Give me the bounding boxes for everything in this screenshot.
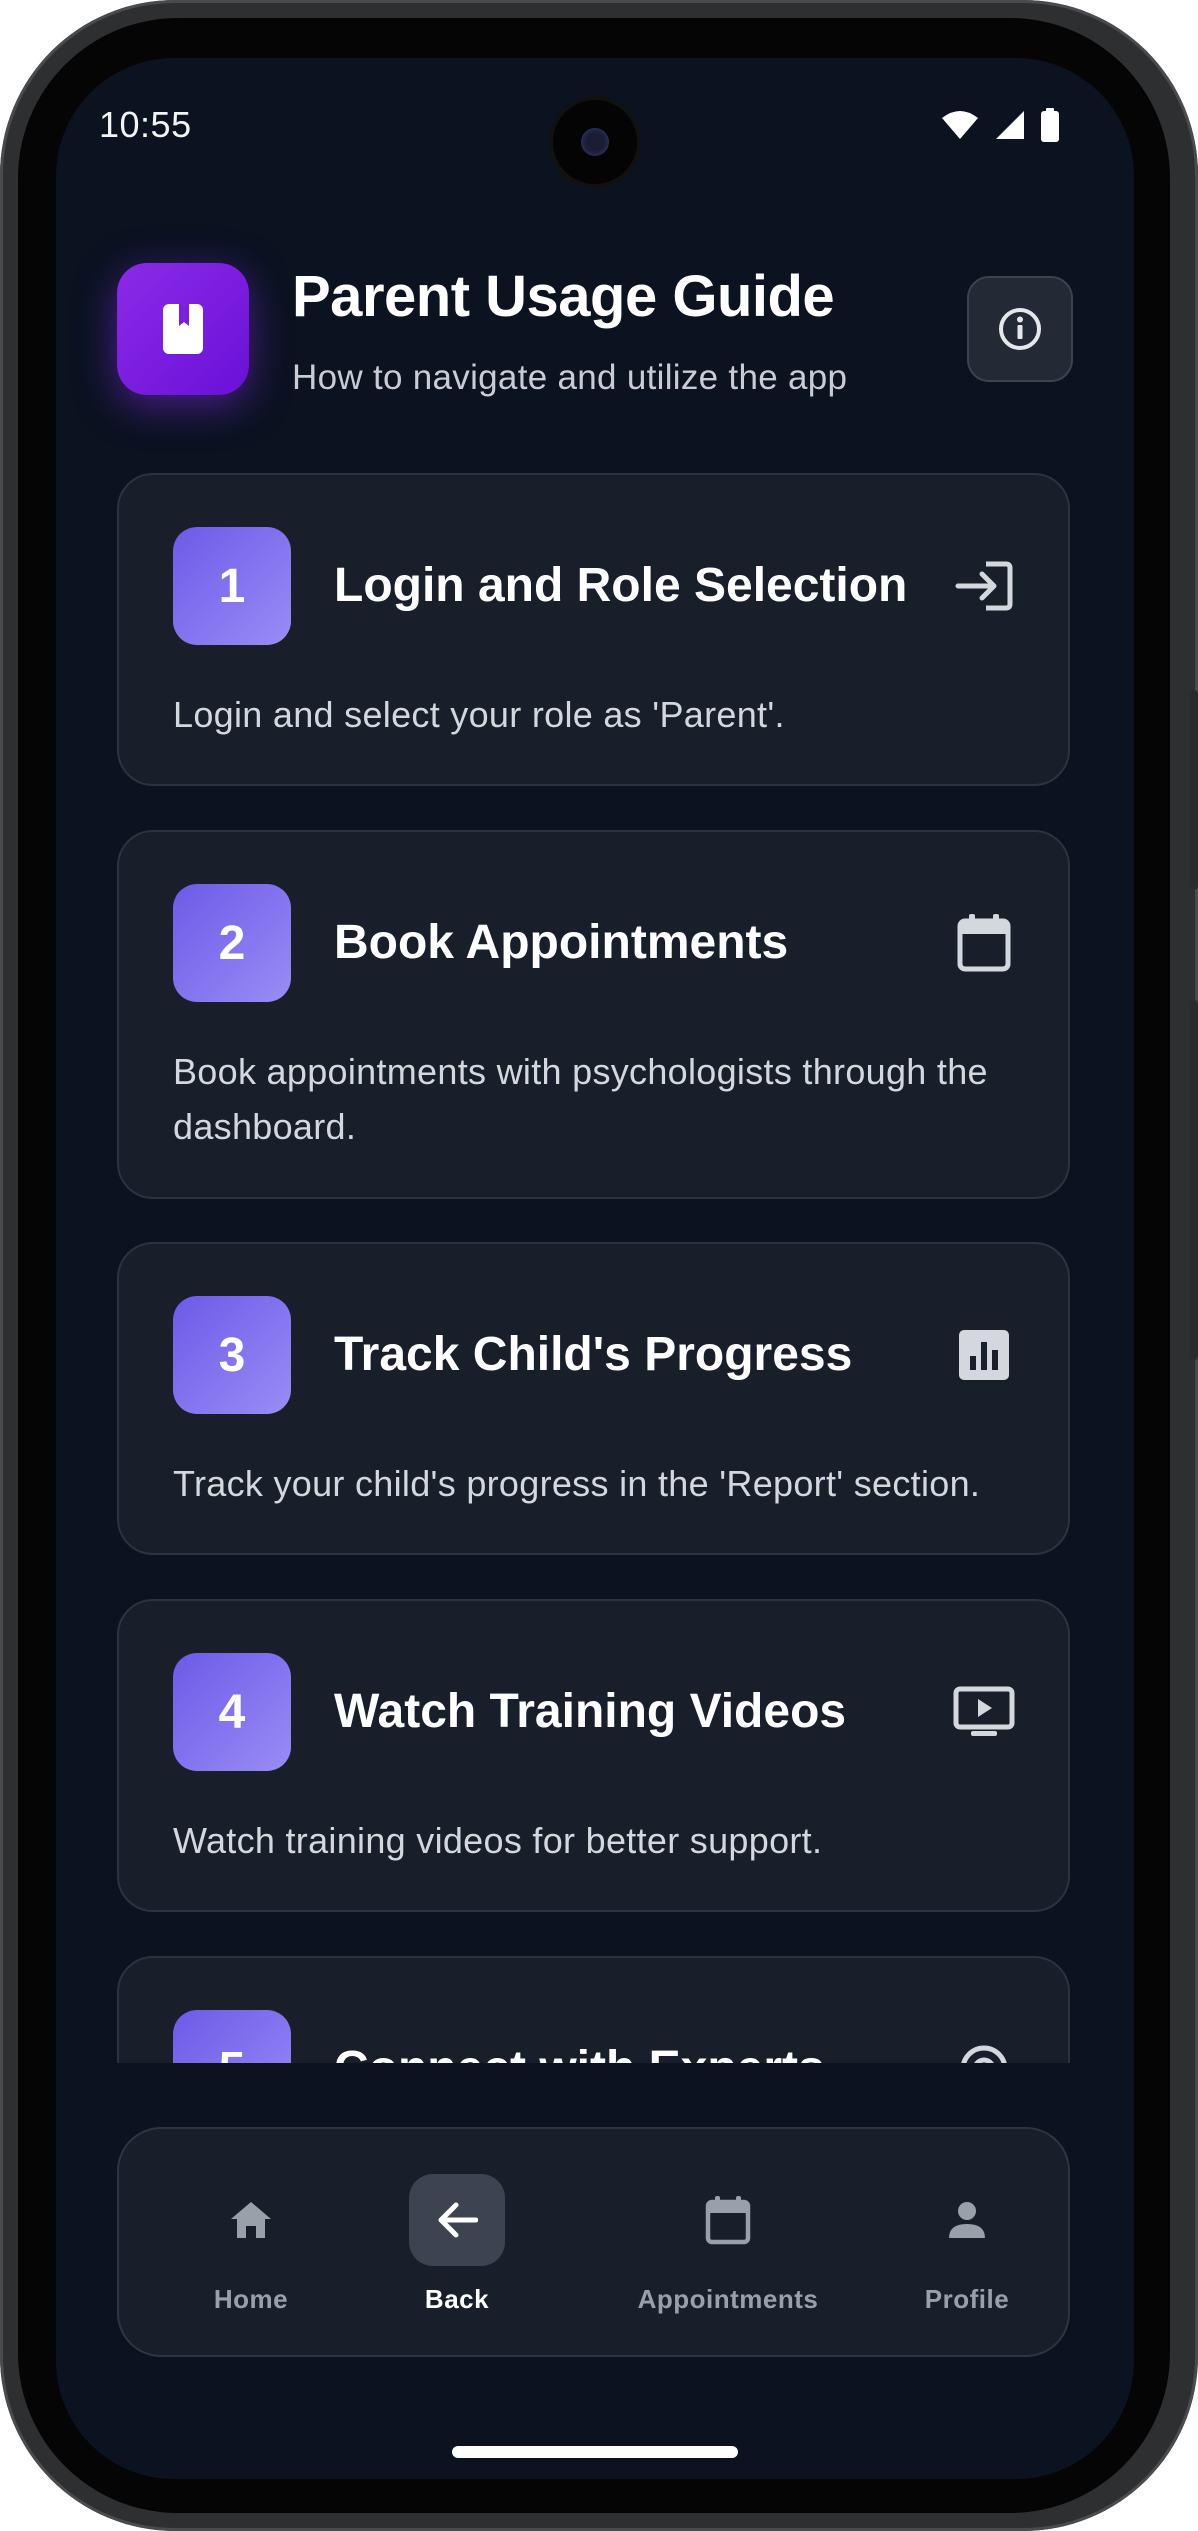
help-icon — [953, 2038, 1015, 2063]
step-description: Book appointments with psychologists thr… — [173, 1051, 988, 1147]
step-title: Watch Training Videos — [334, 1685, 847, 1738]
step-number-badge: 1 — [173, 527, 291, 645]
wifi-icon — [942, 111, 978, 139]
video-icon — [953, 1681, 1015, 1743]
phone-frame: 10:55 Parent Usage Guide How to navigate… — [0, 0, 1198, 2531]
step-number-badge: 3 — [173, 1296, 291, 1414]
step-title: Track Child's Progress — [334, 1328, 853, 1381]
power-button — [1190, 690, 1198, 890]
nav-label: Appointments — [637, 2284, 819, 2314]
status-icons — [940, 108, 1060, 142]
step-number-badge: 2 — [173, 884, 291, 1002]
step-description: Watch training videos for better support… — [173, 1820, 823, 1861]
step-title: Connect with Experts — [334, 2041, 825, 2063]
info-button[interactable] — [967, 276, 1073, 382]
bottom-nav: Home Back Appointments Profile — [117, 2127, 1070, 2357]
volume-button — [1190, 1000, 1198, 1360]
page-title: Parent Usage Guide — [292, 264, 835, 329]
step-card-3[interactable]: 3 Track Child's Progress Track your chil… — [117, 1242, 1070, 1555]
status-time: 10:55 — [99, 104, 192, 145]
person-icon — [919, 2174, 1015, 2266]
home-indicator[interactable] — [452, 2446, 738, 2458]
step-card-5[interactable]: 5 Connect with Experts — [117, 1956, 1070, 2063]
battery-icon — [1041, 108, 1059, 142]
book-icon — [117, 263, 249, 395]
step-description: Login and select your role as 'Parent'. — [173, 694, 785, 735]
nav-appointments[interactable]: Appointments — [613, 2129, 843, 2355]
nav-label: Home — [213, 2284, 289, 2314]
nav-label: Profile — [924, 2284, 1010, 2314]
step-card-2[interactable]: 2 Book Appointments Book appointments wi… — [117, 830, 1070, 1199]
app-screen: 10:55 Parent Usage Guide How to navigate… — [56, 58, 1134, 2479]
calendar-icon — [953, 912, 1015, 974]
step-card-1[interactable]: 1 Login and Role Selection Login and sel… — [117, 473, 1070, 786]
step-description: Track your child's progress in the 'Repo… — [173, 1463, 981, 1504]
nav-back[interactable]: Back — [387, 2129, 527, 2355]
step-card-4[interactable]: 4 Watch Training Videos Watch training v… — [117, 1599, 1070, 1912]
step-title: Book Appointments — [334, 916, 789, 969]
steps-list[interactable]: 1 Login and Role Selection Login and sel… — [117, 473, 1070, 2063]
signal-icon — [996, 111, 1024, 139]
bar-chart-icon — [953, 1324, 1015, 1386]
step-number-badge: 5 — [173, 2010, 291, 2063]
step-title: Login and Role Selection — [334, 559, 908, 612]
page-subtitle: How to navigate and utilize the app — [292, 358, 848, 397]
calendar-icon — [680, 2174, 776, 2266]
home-icon — [203, 2174, 299, 2266]
step-number-badge: 4 — [173, 1653, 291, 1771]
nav-label: Back — [424, 2284, 490, 2314]
login-icon — [953, 555, 1015, 617]
nav-home[interactable]: Home — [181, 2129, 321, 2355]
arrow-left-icon — [409, 2174, 505, 2266]
nav-profile[interactable]: Profile — [897, 2129, 1037, 2355]
info-icon — [999, 308, 1041, 350]
front-camera — [553, 100, 637, 184]
